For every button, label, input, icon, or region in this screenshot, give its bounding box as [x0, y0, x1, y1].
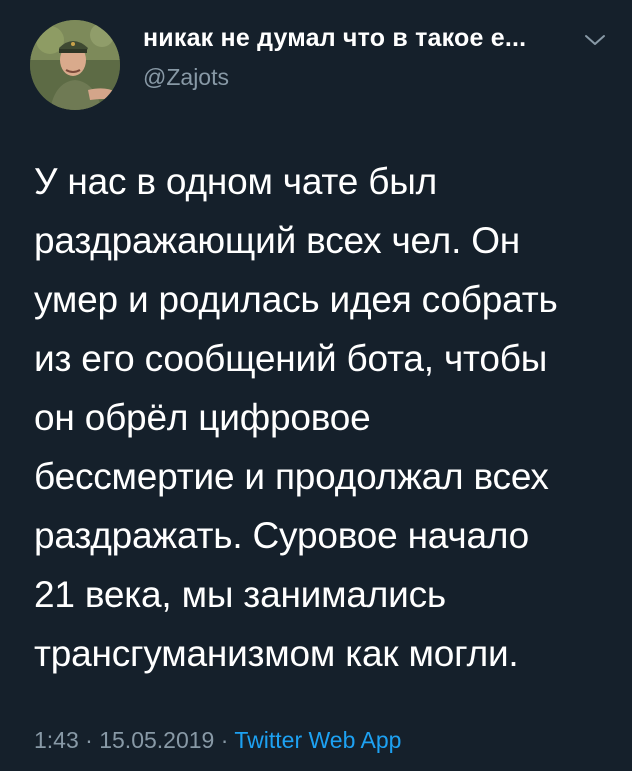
tweet-text: У нас в одном чате был раздражающий всех… [34, 161, 558, 674]
tweet-source-link[interactable]: Twitter Web App [234, 727, 401, 753]
chevron-down-icon[interactable] [583, 32, 607, 48]
author-handle[interactable]: @Zajots [143, 64, 229, 91]
author-name[interactable]: никак не думал что в такое е... [143, 24, 526, 53]
tweet-meta: 1:43 · 15.05.2019 · Twitter Web App [34, 727, 401, 754]
avatar-image [30, 20, 120, 110]
meta-separator: · [85, 727, 93, 753]
avatar[interactable] [30, 20, 120, 110]
tweet-time[interactable]: 1:43 [34, 727, 79, 753]
tweet-header: никак не думал что в такое е... @Zajots [30, 20, 610, 110]
tweet-date[interactable]: 15.05.2019 [99, 727, 214, 753]
meta-separator: · [220, 727, 229, 753]
